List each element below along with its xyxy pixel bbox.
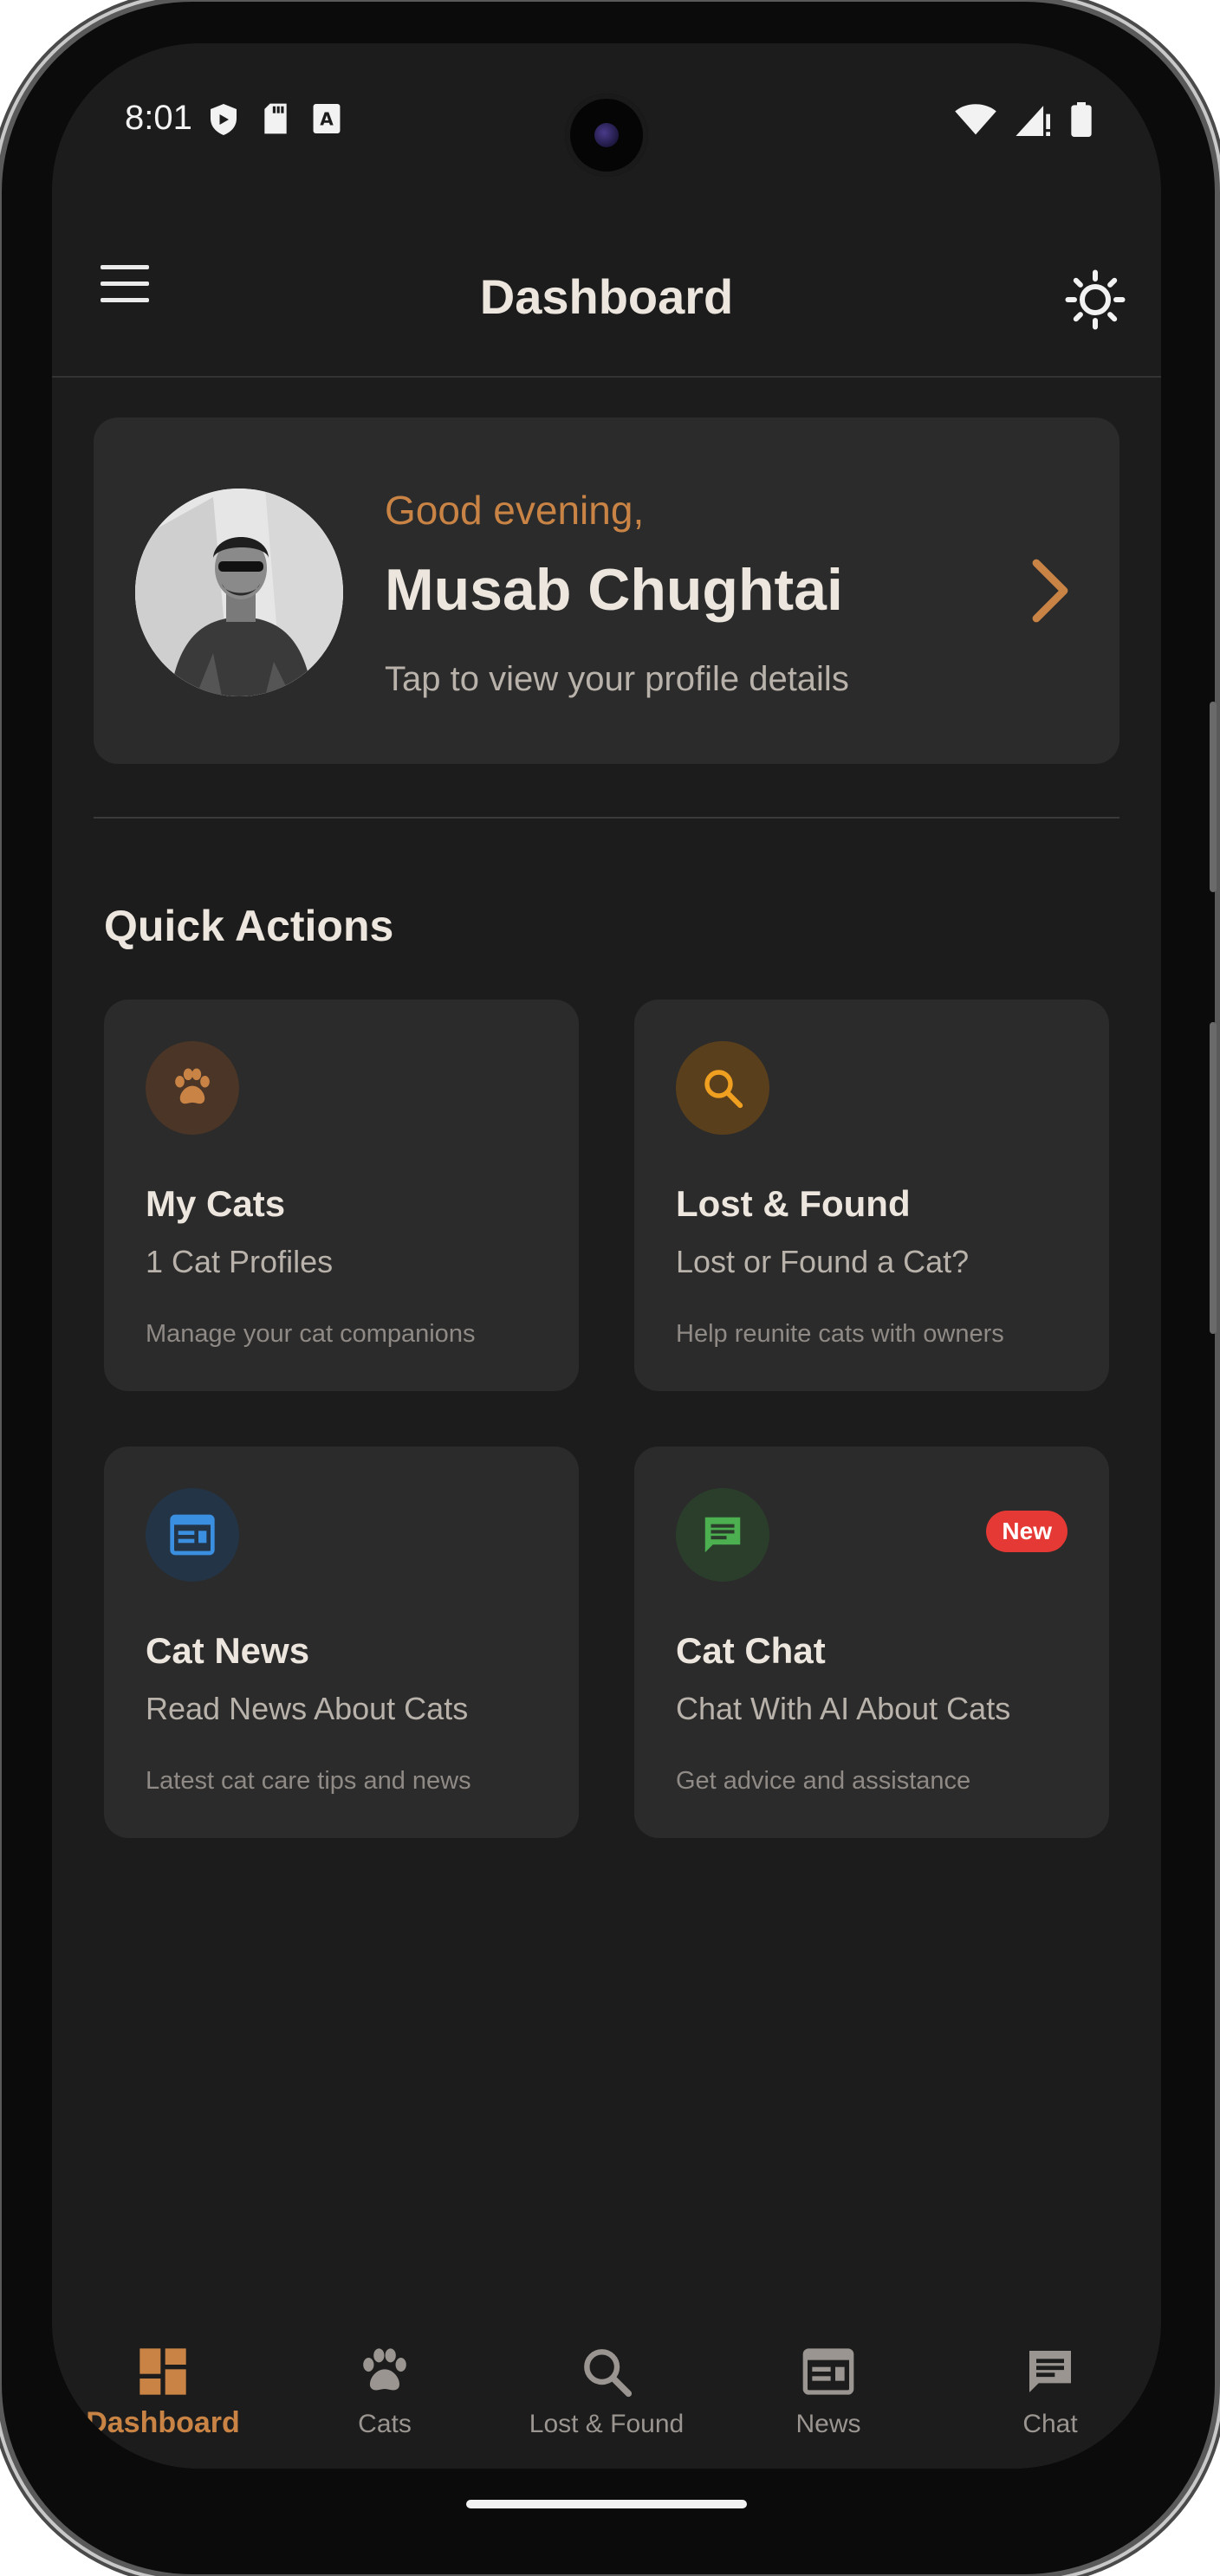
status-bar: 8:01 A: [52, 43, 1161, 199]
chat-icon: [1029, 2351, 1071, 2392]
tile-icon-bg: [146, 1488, 239, 1582]
nav-label: Cats: [358, 2410, 412, 2438]
tile-cat-news[interactable]: Cat News Read News About Cats Latest cat…: [104, 1447, 579, 1838]
tile-title: My Cats: [146, 1183, 286, 1224]
chevron-right-icon: [1032, 559, 1068, 623]
side-button: [1210, 1022, 1217, 1334]
nav-label: Lost & Found: [529, 2410, 685, 2438]
nav-item-news[interactable]: News: [717, 2330, 939, 2469]
sun-icon[interactable]: [1064, 269, 1126, 331]
tile-subtitle: 1 Cat Profiles: [146, 1244, 334, 1279]
nav-label: News: [795, 2410, 861, 2438]
tile-lost-found[interactable]: Lost & Found Lost or Found a Cat? Help r…: [634, 1000, 1109, 1391]
battery-icon: [1071, 102, 1092, 137]
dashboard-icon: [140, 2348, 186, 2395]
bottom-navigation: Dashboard Cats Lost & Found News Chat: [52, 2330, 1161, 2469]
front-camera: [565, 94, 648, 177]
signal-icon: [1016, 106, 1050, 136]
tile-description: Help reunite cats with owners: [676, 1320, 1004, 1348]
news-icon: [170, 1514, 215, 1556]
avatar: [135, 489, 343, 696]
tile-icon-bg: [146, 1041, 239, 1135]
svg-text:A: A: [320, 109, 334, 130]
nav-item-dashboard[interactable]: Dashboard: [52, 2330, 274, 2469]
paw-icon: [175, 1068, 210, 1104]
tile-subtitle: Lost or Found a Cat?: [676, 1244, 970, 1279]
status-notification-icons: A: [208, 102, 341, 137]
tile-subtitle: Read News About Cats: [146, 1691, 469, 1726]
tile-icon-bg: [676, 1041, 769, 1135]
nav-label: Dashboard: [86, 2406, 240, 2439]
profile-subtitle: Tap to view your profile details: [385, 660, 849, 698]
user-name: Musab Chughtai: [385, 557, 843, 623]
page-title: Dashboard: [479, 269, 734, 324]
nav-item-lost-found[interactable]: Lost & Found: [496, 2330, 717, 2469]
nav-item-chat[interactable]: Chat: [939, 2330, 1161, 2469]
screen: 8:01 A Dashboard Good evening, Musab Chu…: [52, 43, 1161, 2469]
nav-item-cats[interactable]: Cats: [274, 2330, 496, 2469]
paw-icon: [363, 2348, 406, 2391]
tile-description: Manage your cat companions: [146, 1320, 476, 1348]
font-icon: A: [313, 104, 341, 133]
new-badge: New: [986, 1511, 1068, 1552]
profile-card[interactable]: Good evening, Musab Chughtai Tap to view…: [94, 417, 1119, 764]
news-icon: [802, 2348, 854, 2395]
tile-icon-bg: [676, 1488, 769, 1582]
wifi-icon: [955, 104, 996, 135]
app-bar: Dashboard: [52, 217, 1161, 378]
tile-title: Cat Chat: [676, 1630, 826, 1671]
status-system-icons: [955, 102, 1092, 137]
search-icon: [584, 2349, 633, 2398]
shield-icon: [211, 104, 237, 135]
section-title: Quick Actions: [104, 902, 394, 950]
home-indicator[interactable]: [466, 2500, 747, 2508]
tile-cat-chat[interactable]: New Cat Chat Chat With AI About Cats Get…: [634, 1447, 1109, 1838]
tile-description: Latest cat care tips and news: [146, 1767, 471, 1795]
tile-title: Cat News: [146, 1630, 310, 1671]
greeting-text: Good evening,: [385, 488, 645, 533]
chat-icon: [704, 1517, 741, 1553]
nav-label: Chat: [1022, 2410, 1078, 2438]
side-button: [1210, 702, 1217, 892]
status-time: 8:01: [125, 99, 192, 137]
tile-description: Get advice and assistance: [676, 1767, 971, 1795]
tile-title: Lost & Found: [676, 1183, 911, 1224]
sd-card-icon: [264, 103, 287, 134]
tile-my-cats[interactable]: My Cats 1 Cat Profiles Manage your cat c…: [104, 1000, 579, 1391]
divider: [94, 817, 1119, 819]
search-icon: [704, 1070, 743, 1109]
tile-subtitle: Chat With AI About Cats: [676, 1691, 1011, 1726]
